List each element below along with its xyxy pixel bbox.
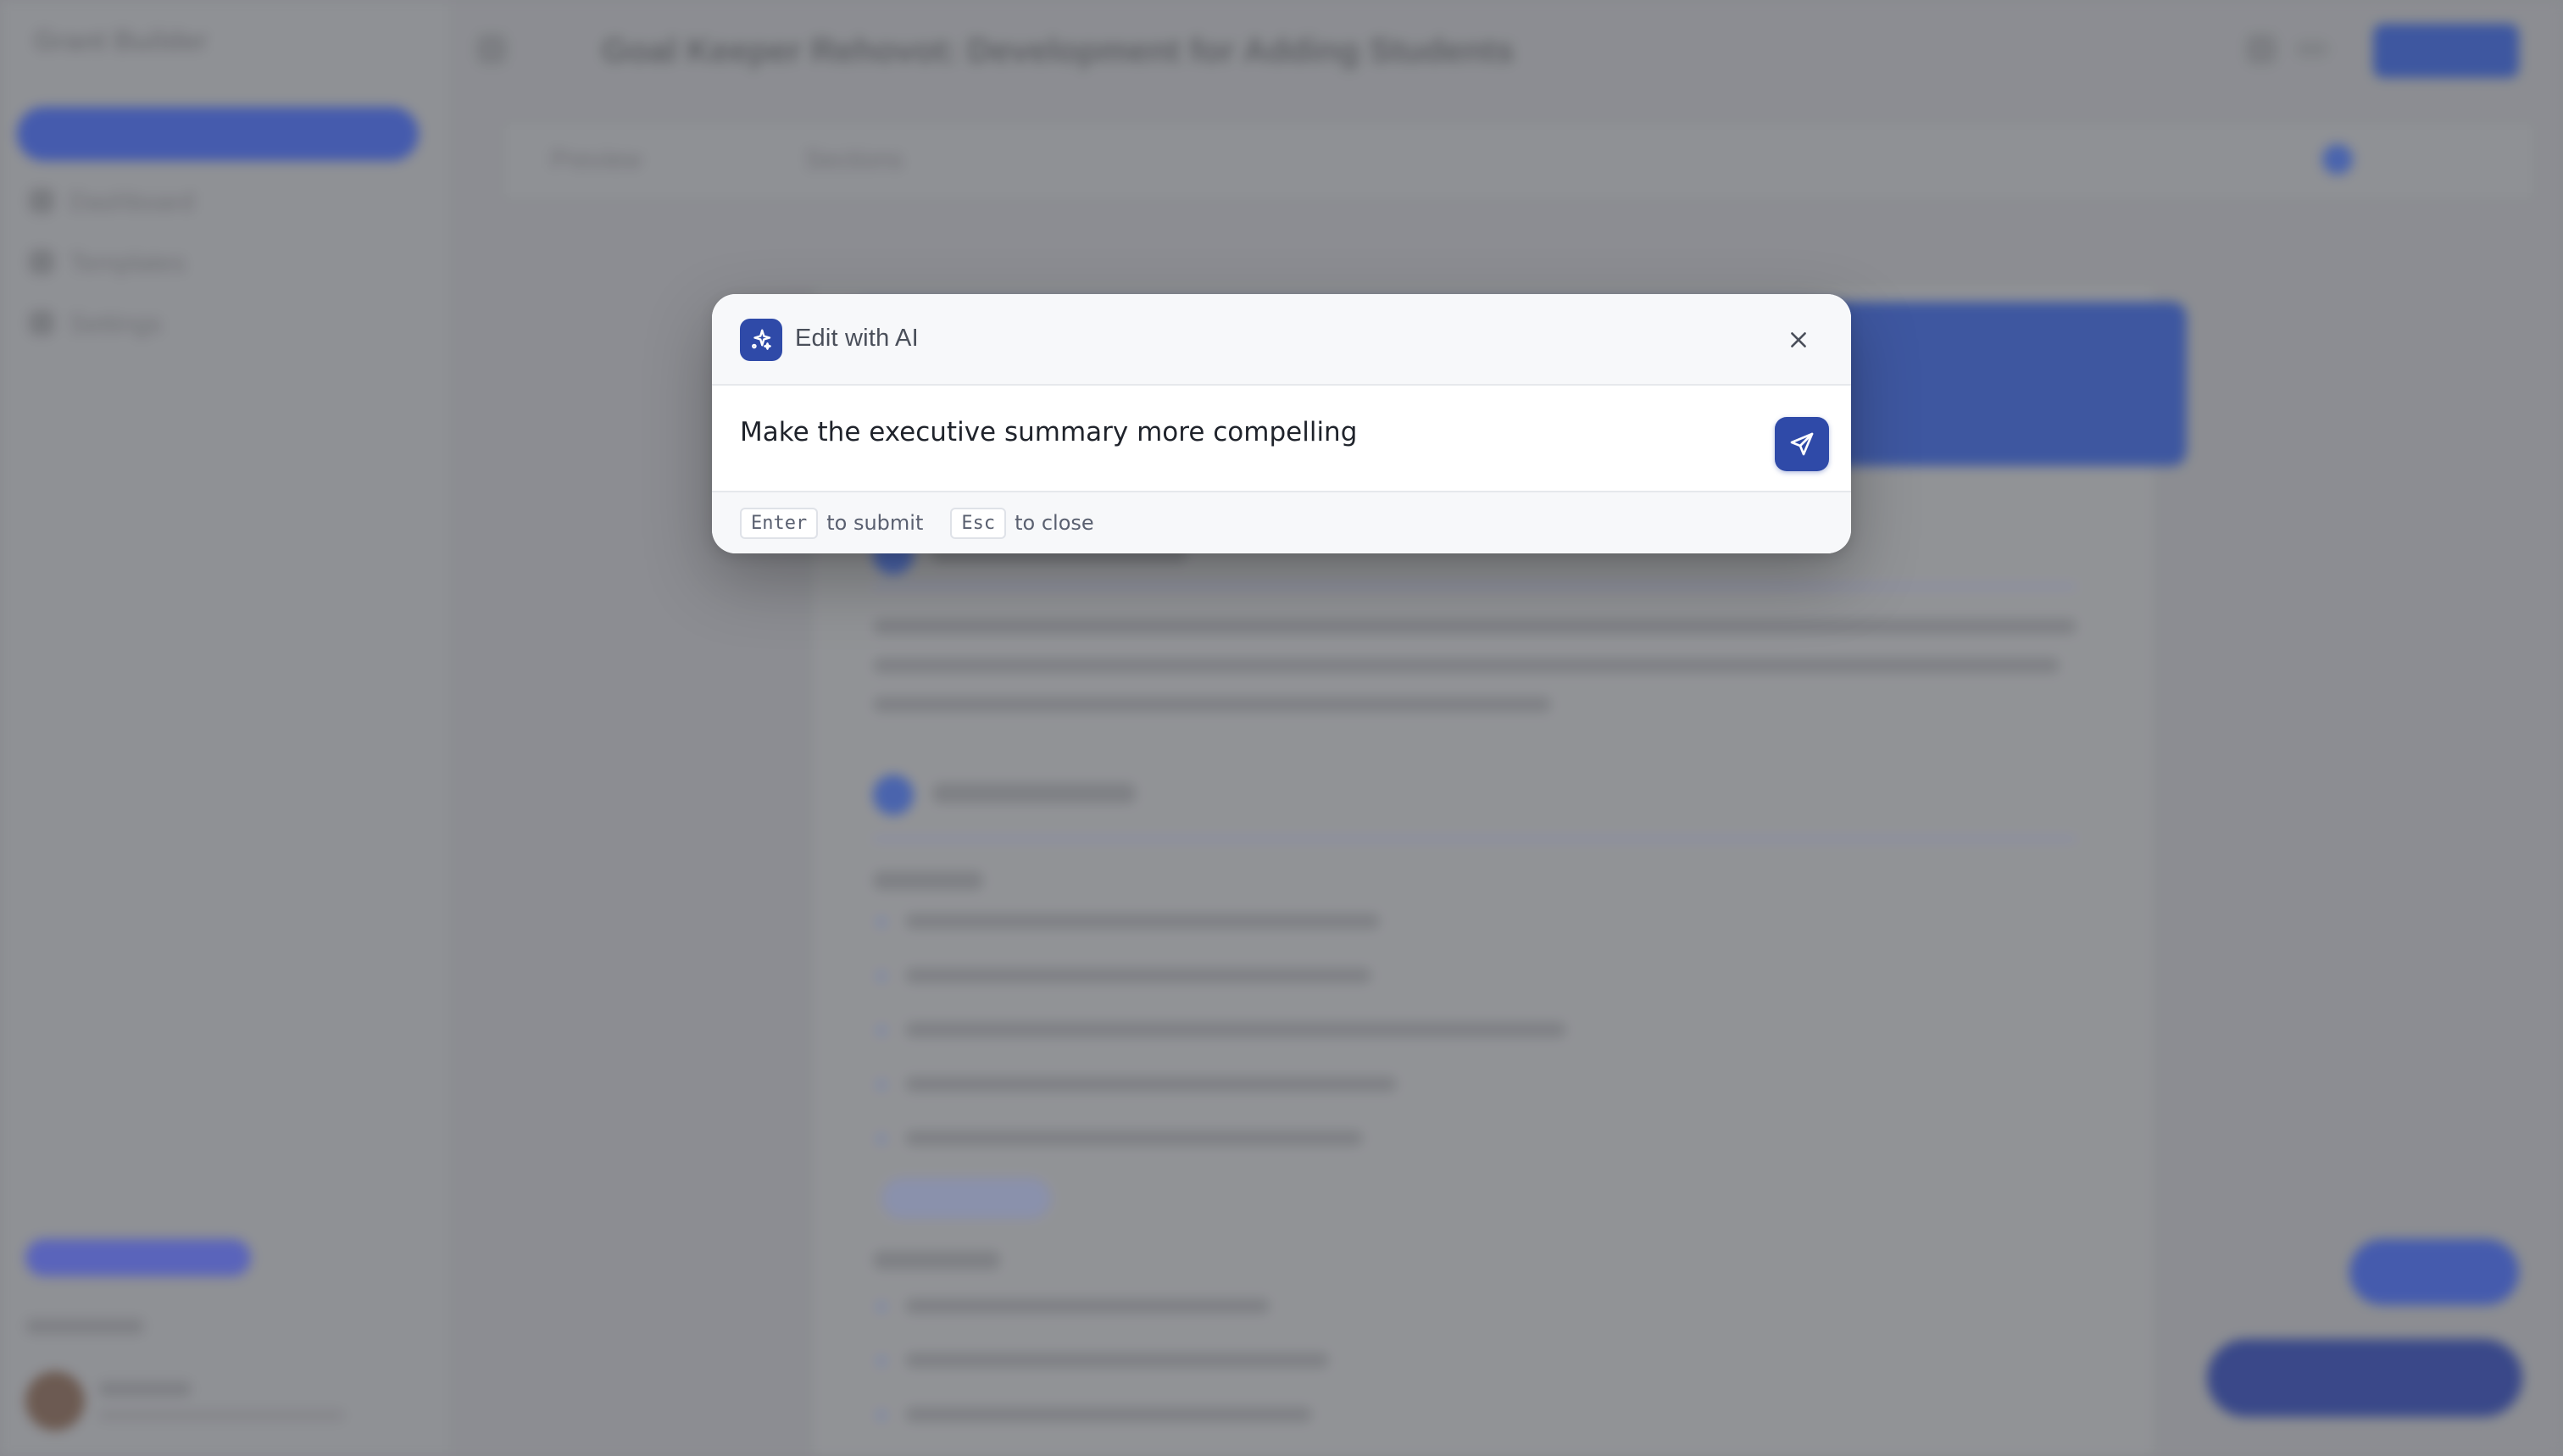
dialog-title: Edit with AI	[795, 325, 919, 352]
send-icon	[1790, 432, 1814, 456]
close-icon	[1791, 332, 1806, 347]
modal-backdrop[interactable]	[0, 0, 2563, 1456]
esc-key-hint: Esc	[950, 507, 1007, 539]
dialog-footer: Enter to submit Esc to close	[712, 491, 1851, 553]
close-button[interactable]	[1782, 323, 1815, 357]
enter-key-hint: Enter	[740, 507, 819, 539]
send-button[interactable]	[1775, 417, 1829, 471]
sparkles-icon	[740, 319, 782, 361]
close-hint-text: to close	[1015, 511, 1094, 535]
dialog-header: Edit with AI	[712, 294, 1851, 386]
ai-prompt-input[interactable]	[740, 411, 1757, 453]
dialog-body	[712, 386, 1851, 487]
submit-hint-text: to submit	[826, 511, 924, 535]
edit-with-ai-dialog: Edit with AI Enter to submit Esc to clos…	[712, 294, 1851, 553]
